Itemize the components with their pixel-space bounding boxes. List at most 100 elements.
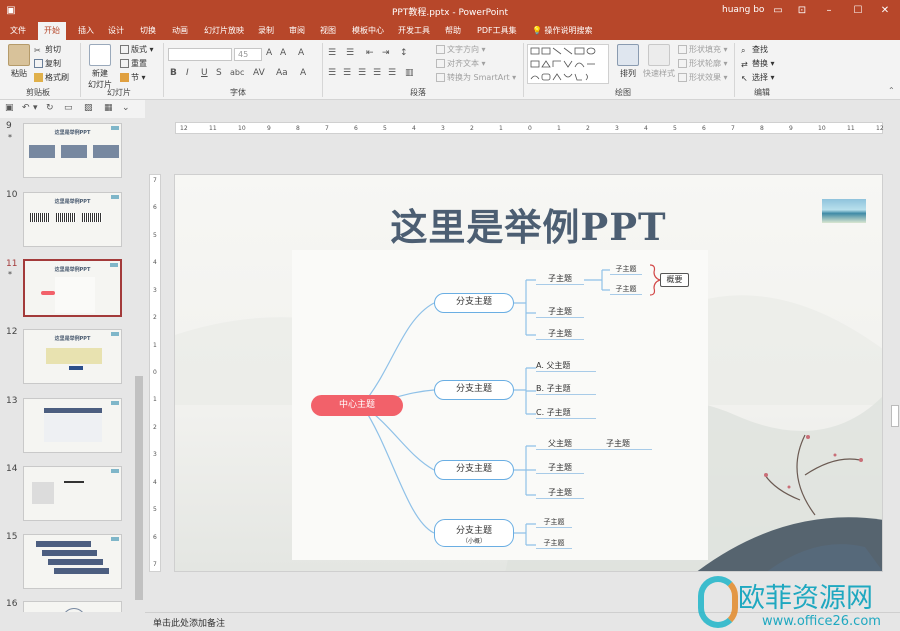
mindmap-leaf[interactable]: 父主题 (536, 438, 584, 450)
shapes-gallery[interactable] (527, 44, 609, 84)
smartart-button[interactable]: 转换为 SmartArt ▾ (436, 72, 516, 84)
shape-fill-button[interactable]: 形状填充 ▾ (678, 44, 728, 56)
ribbon-display-icon[interactable]: ⊡ (787, 0, 817, 22)
start-slideshow-icon[interactable]: ▭ (64, 103, 74, 114)
tab-animations[interactable]: 动画 (172, 22, 188, 40)
mindmap-leaf[interactable]: A. 父主题 (536, 360, 596, 372)
align-center-icon[interactable]: ☰ (343, 68, 351, 78)
font-name-combo[interactable] (168, 48, 232, 61)
slide-thumbnail-11[interactable]: 这里是举例PPT (23, 259, 122, 317)
mindmap-branch-3[interactable]: 分支主题 (434, 460, 514, 480)
thumbnail-scrollbar-thumb[interactable] (135, 376, 143, 600)
mindmap-summary[interactable]: 概要 (660, 273, 689, 287)
mindmap-leaf[interactable]: 子主题 (584, 438, 652, 450)
numbering-icon[interactable]: ☰ (346, 48, 354, 58)
slide-photo[interactable] (822, 199, 866, 223)
tab-slideshow[interactable]: 幻灯片放映 (204, 22, 244, 40)
text-direction-button[interactable]: 文字方向 ▾ (436, 44, 486, 56)
tab-help[interactable]: 帮助 (445, 22, 461, 40)
slide-thumbnail-14[interactable] (23, 466, 122, 521)
mindmap-leaf[interactable]: 子主题 (536, 273, 584, 285)
minimize-button[interactable]: – (814, 0, 844, 22)
mindmap-leaf[interactable]: 子主题 (536, 462, 584, 474)
mindmap-leaf[interactable]: 子主题 (536, 306, 584, 318)
replace-button[interactable]: ⇄ 替换 ▾ (741, 58, 775, 70)
columns-icon[interactable]: ▥ (405, 68, 414, 78)
reset-button[interactable]: 重置 (120, 58, 147, 70)
clear-format-icon[interactable]: A (298, 48, 304, 58)
layout-button[interactable]: 版式 ▾ (120, 44, 154, 56)
bold-icon[interactable]: B (170, 68, 177, 78)
slide-thumbnail-13[interactable] (23, 398, 122, 453)
tab-record[interactable]: 录制 (258, 22, 274, 40)
table-icon[interactable]: ▦ (104, 103, 114, 114)
slide-thumbnail-10[interactable]: 这里是举例PPT (23, 192, 122, 247)
new-slide-button[interactable]: 新建 幻灯片 (84, 44, 116, 90)
align-right-icon[interactable]: ☰ (358, 68, 366, 78)
slide-scrollbar[interactable] (890, 118, 900, 612)
slide-thumbnail-12[interactable]: 这里是举例PPT (23, 329, 122, 384)
mindmap-leaf[interactable]: 子主题 (536, 538, 572, 549)
tab-file[interactable]: 文件 (10, 22, 26, 40)
slide-scrollbar-thumb[interactable] (891, 405, 899, 427)
underline-icon[interactable]: U (201, 68, 208, 78)
copy-button[interactable]: 复制 (34, 58, 61, 70)
mindmap-branch-2[interactable]: 分支主题 (434, 380, 514, 400)
find-button[interactable]: ⌕ 查找 (741, 44, 768, 56)
customize-qat-icon[interactable]: ⌄ (122, 103, 132, 114)
justify-icon[interactable]: ☰ (373, 68, 381, 78)
tab-home[interactable]: 开始 (38, 22, 66, 41)
collapse-ribbon-icon[interactable]: ⌃ (888, 86, 895, 95)
change-case-icon[interactable]: Aa (276, 68, 288, 78)
decrease-indent-icon[interactable]: ⇤ (366, 48, 374, 58)
mindmap-center-node[interactable]: 中心主题 (311, 395, 403, 416)
arrange-button[interactable]: 排列 (615, 44, 641, 79)
line-spacing-icon[interactable]: ↕ (400, 48, 408, 58)
slide-canvas[interactable]: 这里是举例PPT 中心主题 分支主题 子主题 子主题 子主题 子主题 子主题 概… (174, 174, 883, 572)
slide-thumbnail-16[interactable] (23, 601, 122, 612)
paste-button[interactable]: 粘贴 (6, 44, 32, 79)
mindmap-leaf[interactable]: B. 子主题 (536, 383, 596, 395)
mindmap-image[interactable]: 中心主题 分支主题 子主题 子主题 子主题 子主题 子主题 概要 分支主题 A.… (292, 250, 708, 560)
distribute-icon[interactable]: ☰ (388, 68, 396, 78)
redo-icon[interactable]: ↻ (46, 103, 56, 114)
align-text-button[interactable]: 对齐文本 ▾ (436, 58, 486, 70)
tab-view[interactable]: 视图 (320, 22, 336, 40)
cut-button[interactable]: ✂ 剪切 (34, 44, 61, 56)
slide-thumbnail-9[interactable]: 这里是举例PPT (23, 123, 122, 178)
bullets-icon[interactable]: ☰ (328, 48, 336, 58)
tab-design[interactable]: 设计 (108, 22, 124, 40)
vertical-ruler[interactable]: 7 6 5 4 3 2 1 0 1 2 3 4 5 6 7 (149, 174, 161, 572)
mindmap-branch-1[interactable]: 分支主题 (434, 293, 514, 313)
shape-outline-button[interactable]: 形状轮廓 ▾ (678, 58, 728, 70)
mindmap-branch-4[interactable]: 分支主题 （小概） (434, 519, 514, 547)
tell-me-search[interactable]: 💡 操作说明搜索 (532, 22, 593, 40)
increase-indent-icon[interactable]: ⇥ (382, 48, 390, 58)
user-name[interactable]: huang bo (722, 5, 764, 15)
mindmap-leaf[interactable]: 子主题 (610, 264, 642, 275)
quick-styles-button[interactable]: 快速样式 (643, 44, 675, 79)
tab-transitions[interactable]: 切换 (140, 22, 156, 40)
strikethrough-icon[interactable]: abc (230, 68, 244, 77)
font-color-icon[interactable]: A (300, 68, 306, 78)
save-icon[interactable]: ▣ (5, 103, 15, 114)
italic-icon[interactable]: I (186, 68, 189, 78)
undo-dropdown-icon[interactable]: ▾ (33, 103, 43, 114)
align-left-icon[interactable]: ☰ (328, 68, 336, 78)
mindmap-leaf[interactable]: 子主题 (536, 487, 584, 499)
char-spacing-icon[interactable]: AV (253, 68, 265, 78)
tab-pdf-tools[interactable]: PDF工具集 (477, 22, 517, 40)
mindmap-leaf[interactable]: C. 子主题 (536, 407, 596, 419)
shadow-icon[interactable]: S (216, 68, 222, 78)
close-button[interactable]: ✕ (870, 0, 900, 22)
tab-developer[interactable]: 开发工具 (398, 22, 430, 40)
decrease-font-icon[interactable]: A (280, 48, 286, 58)
slide-title[interactable]: 这里是举例PPT (175, 197, 882, 251)
mindmap-leaf[interactable]: 子主题 (610, 284, 642, 295)
tab-insert[interactable]: 插入 (78, 22, 94, 40)
shape-effects-button[interactable]: 形状效果 ▾ (678, 72, 728, 84)
mindmap-leaf[interactable]: 子主题 (536, 328, 584, 340)
picture-icon[interactable]: ▨ (84, 103, 94, 114)
thumbnail-scrollbar[interactable] (134, 118, 144, 612)
horizontal-ruler[interactable]: 12 11 10 9 8 7 6 5 4 3 2 1 0 1 2 3 4 5 6 7 8 9 10 11 12 (175, 122, 884, 134)
